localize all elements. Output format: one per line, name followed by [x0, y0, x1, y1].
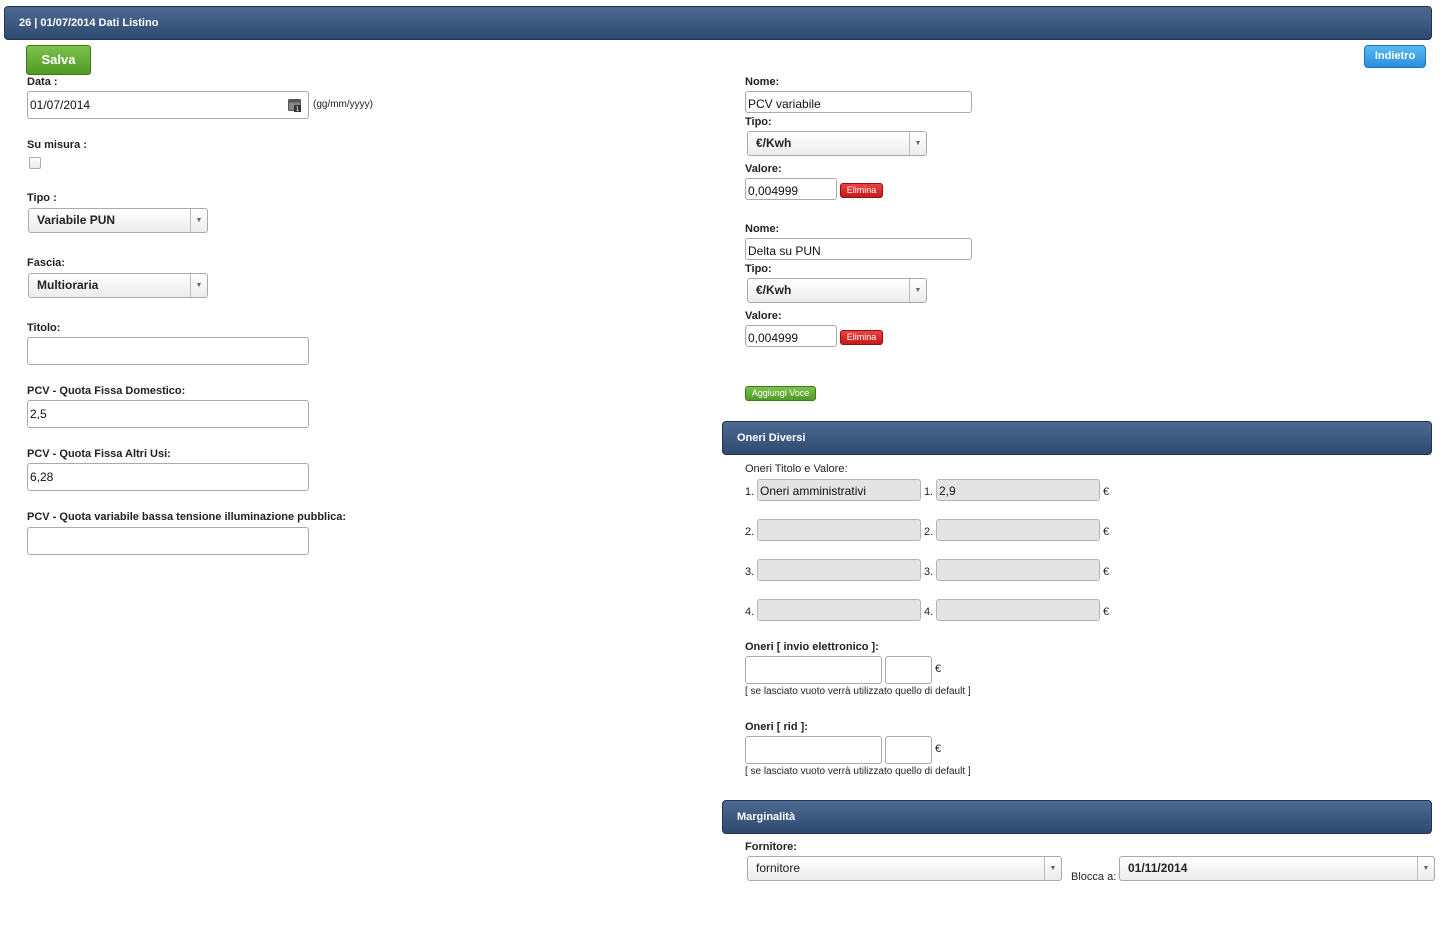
quota-fissa-altri-usi-input[interactable]: 6,28 [27, 463, 309, 491]
oneri-row-1-currency: € [1103, 486, 1110, 498]
voce-1-value-input[interactable]: 0,004999 [745, 178, 837, 200]
oneri-row-2-title-input[interactable] [757, 519, 921, 541]
oneri-section-title: Oneri Diversi [737, 432, 806, 444]
oneri-row-3-value-number: 3. [924, 566, 934, 578]
chevron-down-icon: ▼ [909, 132, 926, 155]
quota-variabile-input[interactable] [27, 527, 309, 555]
oneri-row-1-value-number: 1. [924, 486, 934, 498]
chevron-down-icon: ▼ [909, 279, 926, 302]
su-misura-label: Su misura : [27, 139, 87, 151]
oneri-row-4-number: 4. [745, 606, 755, 618]
oneri-rid-default-note: [ se lasciato vuoto verrà utilizzato que… [745, 766, 971, 777]
fornitore-select[interactable]: fornitore ▼ [747, 856, 1062, 881]
oneri-rid-label: Oneri [ rid ]: [745, 721, 808, 733]
marginalita-section-header: Marginalità [722, 800, 1432, 834]
chevron-down-icon: ▼ [1044, 857, 1061, 880]
oneri-invio-currency: € [935, 663, 942, 675]
voce-2-type-select[interactable]: €/Kwh ▼ [747, 278, 927, 303]
page-header: 26 | 01/07/2014 Dati Listino [4, 6, 1432, 40]
oneri-row-3-number: 3. [745, 566, 755, 578]
oneri-row-2-currency: € [1103, 526, 1110, 538]
voce-1-type-select[interactable]: €/Kwh ▼ [747, 131, 927, 156]
chevron-down-icon: ▼ [1417, 857, 1434, 880]
titolo-input[interactable] [27, 337, 309, 365]
voce-2-delete-button[interactable]: Elimina [840, 330, 883, 345]
oneri-invio-value-input[interactable] [885, 656, 932, 684]
oneri-row-3-currency: € [1103, 566, 1110, 578]
oneri-section-header: Oneri Diversi [722, 421, 1432, 455]
oneri-row-1-number: 1. [745, 486, 755, 498]
oneri-rid-currency: € [935, 743, 942, 755]
oneri-row-1-value-input[interactable]: 2,9 [936, 479, 1100, 501]
fascia-label: Fascia: [27, 257, 65, 269]
chevron-down-icon: ▼ [190, 209, 207, 232]
voce-2-type-value: €/Kwh [756, 283, 792, 297]
oneri-row-4-value-input[interactable] [936, 599, 1100, 621]
chevron-down-icon: ▼ [190, 274, 207, 297]
add-voce-button[interactable]: Aggiungi Voce [745, 386, 816, 401]
blocca-selected-value: 01/11/2014 [1128, 861, 1188, 875]
fornitore-selected-value: fornitore [756, 861, 801, 875]
su-misura-checkbox[interactable] [29, 157, 41, 169]
calendar-icon[interactable]: 1 [288, 97, 302, 113]
date-value: 01/07/2014 [30, 98, 91, 112]
oneri-row-4-title-input[interactable] [757, 599, 921, 621]
tipo-selected-value: Variabile PUN [37, 213, 116, 227]
oneri-row-2-number: 2. [745, 526, 755, 538]
voce-2-name-label: Nome: [745, 223, 780, 235]
voce-1-type-value: €/Kwh [756, 136, 792, 150]
oneri-row-1-title-input[interactable]: Oneri amministrativi [757, 479, 921, 501]
oneri-rid-value-input[interactable] [885, 736, 932, 764]
voce-2-value-input[interactable]: 0,004999 [745, 325, 837, 347]
blocca-select[interactable]: 01/11/2014 ▼ [1119, 856, 1435, 881]
voce-1-type-label: Tipo: [745, 116, 772, 128]
marginalita-section-title: Marginalità [737, 811, 796, 823]
quota-fissa-altri-usi-label: PCV - Quota Fissa Altri Usi: [27, 448, 171, 460]
titolo-label: Titolo: [27, 322, 61, 334]
voce-1-value-label: Valore: [745, 163, 782, 175]
oneri-row-4-currency: € [1103, 606, 1110, 618]
blocca-label: Blocca a: [1071, 871, 1117, 883]
oneri-row-3-title-input[interactable] [757, 559, 921, 581]
voce-2-type-label: Tipo: [745, 263, 772, 275]
date-format-hint: (gg/mm/yyyy) [313, 99, 373, 110]
voce-1-delete-button[interactable]: Elimina [840, 183, 883, 198]
oneri-row-4-value-number: 4. [924, 606, 934, 618]
tipo-label: Tipo : [27, 192, 57, 204]
fornitore-label: Fornitore: [745, 841, 797, 853]
oneri-invio-title-input[interactable] [745, 656, 882, 684]
save-button[interactable]: Salva [26, 45, 91, 75]
quota-variabile-label: PCV - Quota variabile bassa tensione ill… [27, 511, 347, 523]
voce-1-name-label: Nome: [745, 76, 780, 88]
fascia-selected-value: Multioraria [37, 278, 99, 292]
oneri-rid-title-input[interactable] [745, 736, 882, 764]
voce-2-value-label: Valore: [745, 310, 782, 322]
voce-2-name-input[interactable]: Delta su PUN [745, 238, 972, 260]
oneri-row-2-value-number: 2. [924, 526, 934, 538]
oneri-row-2-value-input[interactable] [936, 519, 1100, 541]
oneri-row-3-value-input[interactable] [936, 559, 1100, 581]
oneri-invio-default-note: [ se lasciato vuoto verrà utilizzato que… [745, 686, 971, 697]
fascia-select[interactable]: Multioraria ▼ [28, 273, 208, 298]
date-label: Data : [27, 76, 58, 88]
svg-text:1: 1 [296, 106, 300, 113]
oneri-invio-label: Oneri [ invio elettronico ]: [745, 641, 879, 653]
quota-fissa-domestico-label: PCV - Quota Fissa Domestico: [27, 385, 186, 397]
quota-fissa-domestico-input[interactable]: 2,5 [27, 400, 309, 428]
back-button[interactable]: Indietro [1364, 45, 1426, 68]
oneri-titolo-valore-label: Oneri Titolo e Valore: [745, 463, 848, 475]
page-title: 26 | 01/07/2014 Dati Listino [19, 17, 159, 29]
voce-1-name-input[interactable]: PCV variabile [745, 91, 972, 113]
tipo-select[interactable]: Variabile PUN ▼ [28, 208, 208, 233]
date-input[interactable]: 01/07/2014 [27, 91, 309, 119]
